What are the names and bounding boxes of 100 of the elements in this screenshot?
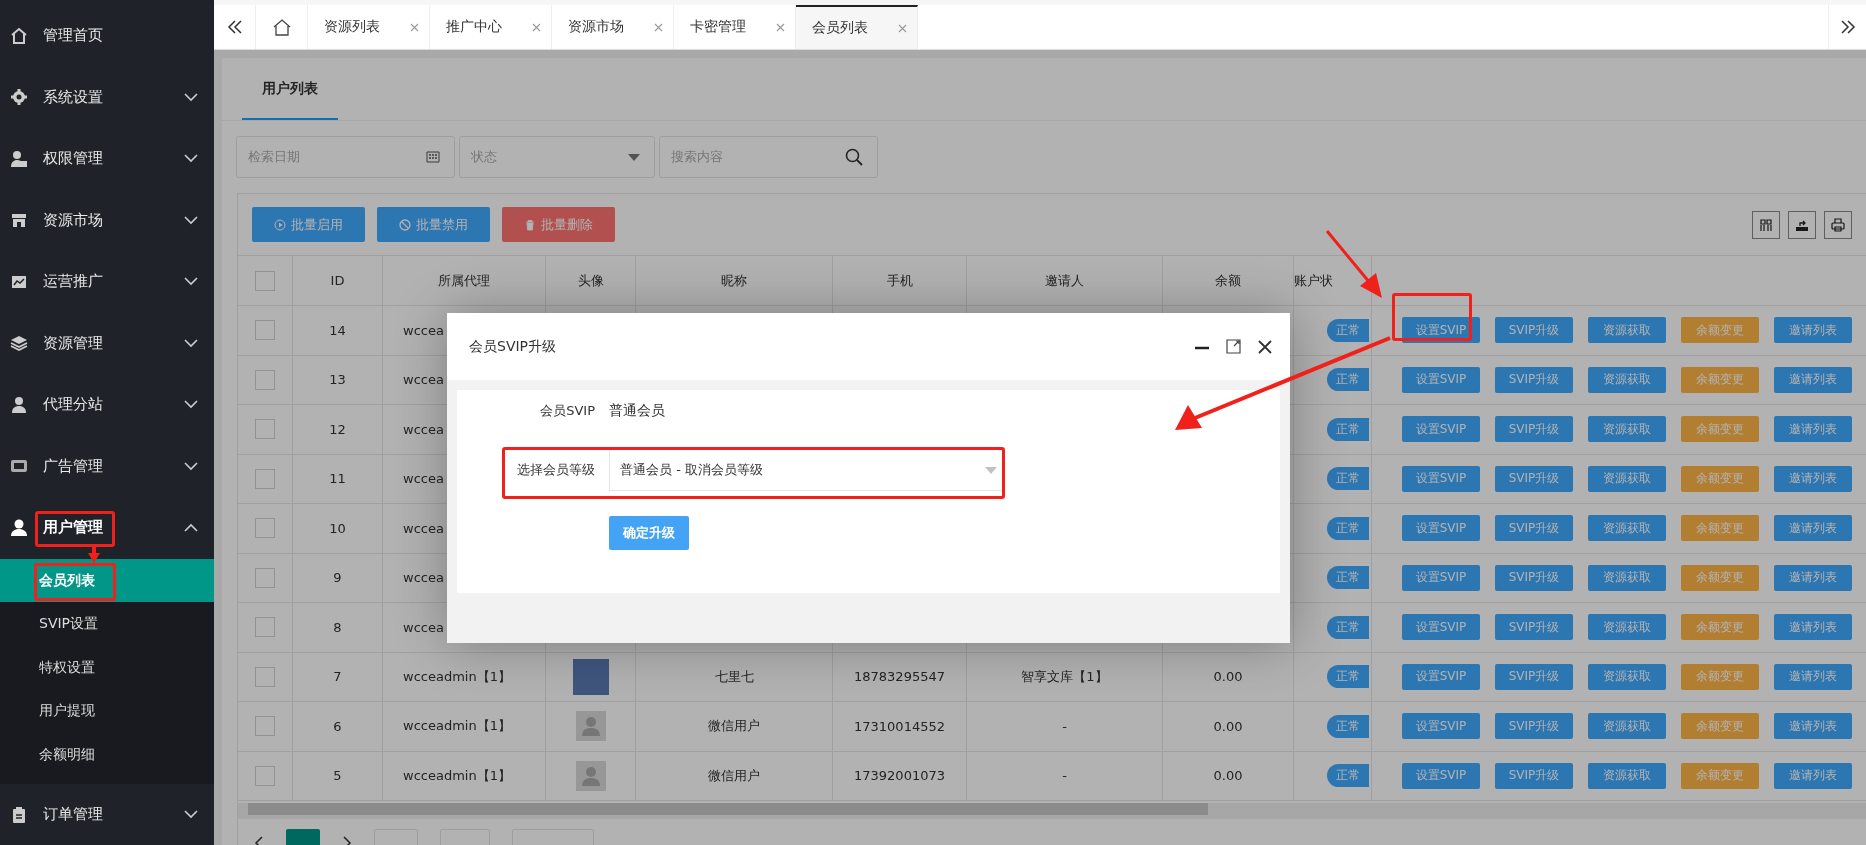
action-button[interactable]: 资源获取 [1588,465,1666,492]
date-field[interactable]: 检索日期 [236,136,455,178]
nav-item[interactable]: 代理分站 [0,374,214,436]
row-checkbox[interactable] [255,518,275,539]
gear-icon [10,88,28,107]
maximize-icon[interactable] [1226,339,1241,354]
action-button[interactable]: SVIP升级 [1495,515,1573,542]
nav-item[interactable]: 管理首页 [0,5,214,67]
action-button[interactable]: 资源获取 [1588,614,1666,641]
search-field[interactable]: 搜索内容 [659,136,878,178]
row-checkbox[interactable] [255,666,275,687]
action-button[interactable]: 设置SVIP [1402,465,1480,492]
close-icon[interactable] [1258,339,1272,354]
nav-item[interactable]: 运营推广 [0,251,214,313]
action-button[interactable]: SVIP升级 [1495,366,1573,393]
action-button[interactable]: 设置SVIP [1402,564,1480,591]
page-tab[interactable]: 会员列表 [796,5,918,49]
action-button[interactable]: 设置SVIP [1402,515,1480,542]
row-checkbox[interactable] [255,617,275,638]
tab-label[interactable]: 资源列表 [324,18,380,36]
action-button[interactable]: 资源获取 [1588,713,1666,740]
nav-item[interactable]: 广告管理 [0,435,214,497]
row-checkbox[interactable] [255,716,275,737]
action-button[interactable]: SVIP升级 [1495,465,1573,492]
columns-button[interactable] [1752,210,1780,239]
action-button[interactable]: 邀请列表 [1774,416,1852,443]
action-button[interactable]: 邀请列表 [1774,366,1852,393]
action-button[interactable]: 邀请列表 [1774,663,1852,690]
action-button[interactable]: 资源获取 [1588,762,1666,789]
action-button[interactable]: 设置SVIP [1402,366,1480,393]
action-button[interactable]: 资源获取 [1588,663,1666,690]
export-button[interactable] [1788,210,1816,239]
action-button[interactable]: 邀请列表 [1774,713,1852,740]
action-button[interactable]: SVIP升级 [1495,762,1573,789]
card-tab[interactable]: 用户列表 [242,58,338,120]
action-button[interactable]: 余额变更 [1681,663,1759,690]
action-button[interactable]: 设置SVIP [1402,317,1480,344]
row-checkbox[interactable] [255,320,275,341]
row-checkbox[interactable] [255,419,275,440]
action-button[interactable]: 设置SVIP [1402,663,1480,690]
action-button[interactable]: 邀请列表 [1774,465,1852,492]
row-checkbox[interactable] [255,567,275,588]
tab-label[interactable]: 资源市场 [568,18,624,36]
action-button[interactable]: 资源获取 [1588,515,1666,542]
horizontal-scrollbar[interactable] [238,803,1866,819]
action-button[interactable]: 资源获取 [1588,564,1666,591]
action-button[interactable]: 邀请列表 [1774,762,1852,789]
action-button[interactable]: 设置SVIP [1402,416,1480,443]
action-button[interactable]: 资源获取 [1588,416,1666,443]
select-all-checkbox[interactable] [255,270,275,291]
tab-label[interactable]: 推广中心 [446,18,502,36]
nav-item[interactable]: 用户管理 [0,497,214,559]
action-button[interactable]: 余额变更 [1681,515,1759,542]
nav-subitem[interactable]: 会员列表 [0,558,214,602]
nav-item[interactable]: 系统设置 [0,66,214,128]
action-button[interactable]: 邀请列表 [1774,515,1852,542]
action-button[interactable]: SVIP升级 [1495,614,1573,641]
nav-subitem[interactable]: 特权设置 [0,645,214,689]
action-button[interactable]: 余额变更 [1681,317,1759,344]
search-icon[interactable] [845,148,863,166]
nav-item[interactable]: 资源管理 [0,312,214,374]
action-button[interactable]: 资源获取 [1588,317,1666,344]
action-button[interactable]: SVIP升级 [1495,317,1573,344]
action-button[interactable]: 余额变更 [1681,366,1759,393]
action-button[interactable]: 邀请列表 [1774,614,1852,641]
action-button[interactable]: 设置SVIP [1402,762,1480,789]
action-button[interactable]: SVIP升级 [1495,564,1573,591]
action-button[interactable]: 邀请列表 [1774,564,1852,591]
batch-enable-button[interactable]: 批量启用 [252,207,365,242]
action-button[interactable]: 余额变更 [1681,564,1759,591]
action-button[interactable]: 余额变更 [1681,416,1759,443]
tab-label[interactable]: 卡密管理 [690,18,746,36]
page-tab[interactable]: 推广中心 [430,5,552,49]
tab-label[interactable]: 会员列表 [812,19,868,37]
nav-item[interactable]: 权限管理 [0,128,214,190]
action-button[interactable]: SVIP升级 [1495,416,1573,443]
page-tab[interactable]: 资源列表 [308,5,430,49]
action-button[interactable]: 余额变更 [1681,762,1759,789]
action-button[interactable]: 设置SVIP [1402,713,1480,740]
nav-item[interactable]: 订单管理 [0,784,214,845]
action-button[interactable]: 余额变更 [1681,614,1759,641]
batch-delete-button[interactable]: 批量删除 [502,207,615,242]
action-button[interactable]: SVIP升级 [1495,713,1573,740]
page-tab[interactable]: 资源市场 [552,5,674,49]
row-checkbox[interactable] [255,765,275,786]
nav-subitem[interactable]: 用户提现 [0,689,214,733]
nav-subitem[interactable]: SVIP设置 [0,602,214,646]
nav-item[interactable]: 资源市场 [0,189,214,251]
action-button[interactable]: 余额变更 [1681,713,1759,740]
action-button[interactable]: 资源获取 [1588,366,1666,393]
action-button[interactable]: 邀请列表 [1774,317,1852,344]
row-checkbox[interactable] [255,369,275,390]
row-checkbox[interactable] [255,468,275,489]
print-button[interactable] [1824,210,1852,239]
confirm-upgrade-button[interactable]: 确定升级 [609,516,689,550]
action-button[interactable]: SVIP升级 [1495,663,1573,690]
action-button[interactable]: 设置SVIP [1402,614,1480,641]
action-button[interactable]: 余额变更 [1681,465,1759,492]
batch-disable-button[interactable]: 批量禁用 [377,207,490,242]
nav-subitem[interactable]: 余额明细 [0,732,214,776]
